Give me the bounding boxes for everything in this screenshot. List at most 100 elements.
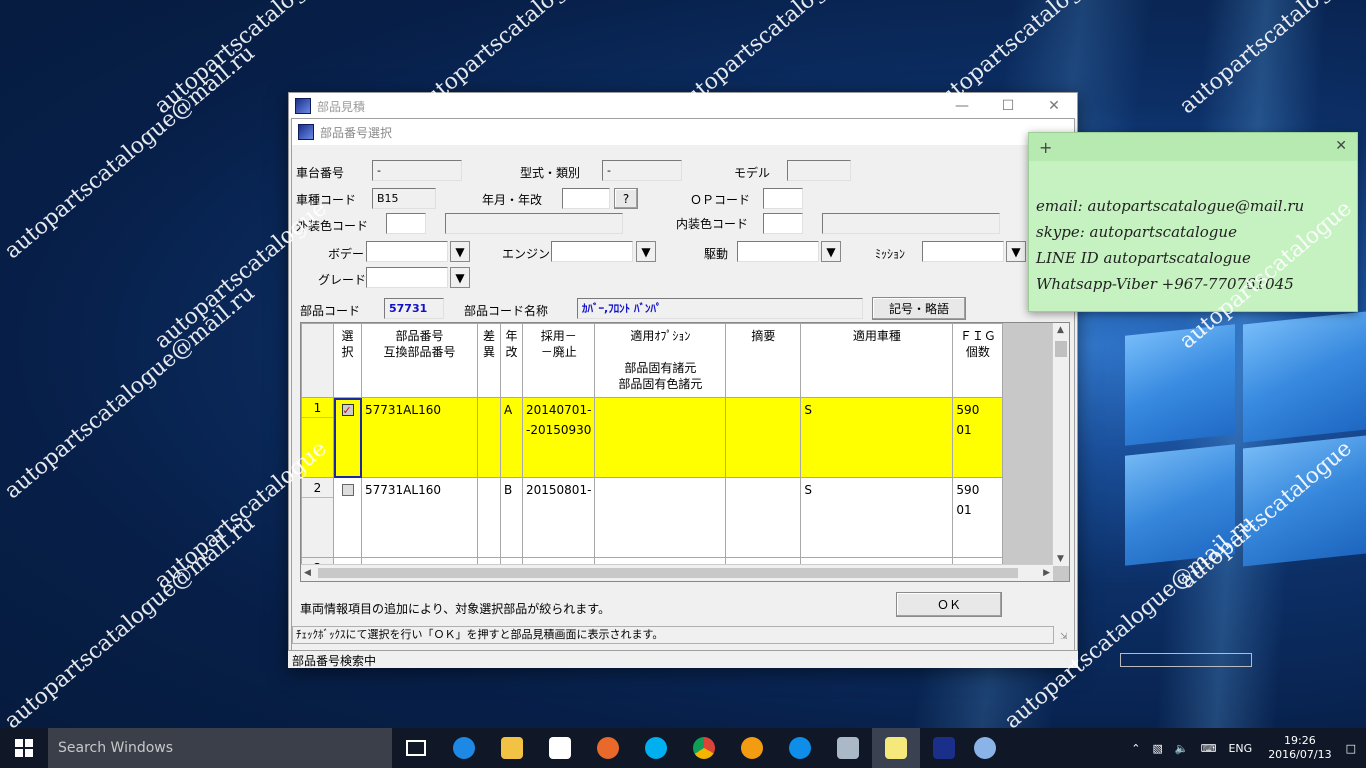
windows-logo-pane (1125, 324, 1235, 446)
header-adopt: 採用－ －廃止 (521, 323, 596, 398)
horizontal-scroll-thumb[interactable] (318, 568, 1018, 578)
watermark: autopartscatalogue@mail.ru (0, 280, 260, 505)
sticky-notes-icon[interactable] (872, 728, 920, 768)
language-indicator[interactable]: ENG (1222, 742, 1258, 755)
ok-button[interactable]: ＯＫ (896, 592, 1002, 617)
close-note-icon[interactable]: ✕ (1335, 138, 1347, 154)
cell-summary (725, 397, 802, 478)
settings-app-icon[interactable] (968, 728, 1002, 768)
skype-icon[interactable] (632, 728, 680, 768)
corner-header (301, 323, 334, 398)
add-note-icon[interactable]: + (1039, 138, 1052, 157)
task-view-icon[interactable] (392, 728, 440, 768)
windows-start-icon (15, 739, 33, 757)
header-part-no: 部品番号 互換部品番号 (361, 323, 478, 398)
notification-icon[interactable]: □ (1342, 742, 1366, 755)
chassis-no-field[interactable]: - (372, 160, 462, 181)
header-vehicle-text: 適用車種 (852, 329, 901, 343)
row-number: 2 (301, 477, 334, 558)
date-field[interactable] (562, 188, 610, 209)
cell-part-no: 57731AL160 (361, 397, 478, 478)
date-help-button[interactable]: ? (614, 188, 638, 209)
clock[interactable]: 19:26 2016/07/13 (1258, 734, 1341, 762)
header-select: 選択 (333, 323, 362, 398)
row-checkbox[interactable] (341, 484, 354, 496)
header-part-no-text: 部品番号 互換部品番号 (383, 329, 456, 359)
drive-label: 駆動 (704, 247, 729, 261)
parts-estimate-titlebar[interactable]: 部品見積 — ☐ ✕ (289, 93, 1077, 119)
int-color-code-field[interactable] (763, 213, 803, 234)
dialog-titlebar[interactable]: 部品番号選択 (292, 119, 1074, 145)
grid-horizontal-scrollbar[interactable]: ◀ ▶ (301, 564, 1053, 581)
minimize-icon[interactable]: — (939, 93, 985, 119)
vehicle-code-label: 車種コード (296, 193, 357, 207)
firefox-icon[interactable] (584, 728, 632, 768)
grade-combo[interactable] (366, 267, 448, 288)
mission-dropdown-icon[interactable]: ▼ (1006, 241, 1026, 262)
store-icon[interactable] (536, 728, 584, 768)
scroll-down-icon[interactable]: ▼ (1057, 554, 1064, 564)
vehicle-code-field[interactable]: B15 (372, 188, 436, 209)
scroll-left-icon[interactable]: ◀ (304, 568, 311, 578)
cell-adopt: 20150801- (521, 477, 596, 558)
part-code-field[interactable]: 57731 (384, 298, 444, 319)
close-icon[interactable]: ✕ (1031, 93, 1077, 119)
keyboard-icon[interactable]: ⌨ (1195, 742, 1223, 755)
vertical-scroll-thumb[interactable] (1055, 341, 1067, 357)
system-tray: ⌃ ▧ 🔈 ⌨ ENG 19:26 2016/07/13 □ (1125, 728, 1366, 768)
row-checkbox[interactable] (341, 401, 354, 421)
header-year: 年改 (500, 323, 523, 398)
sticky-note-header[interactable]: + ✕ (1029, 133, 1357, 161)
clock-time: 19:26 (1284, 734, 1316, 747)
app-icon-orange[interactable] (728, 728, 776, 768)
hint-bar: ﾁｪｯｸﾎﾞｯｸｽにて選択を行い「ＯＫ」を押すと部品見積画面に表示されます。 (292, 626, 1054, 644)
engine-dropdown-icon[interactable]: ▼ (636, 241, 656, 262)
network-icon[interactable]: ▧ (1146, 742, 1168, 755)
cell-summary (725, 477, 802, 558)
table-row[interactable]: 2 57731AL160 B 20150801- S 590 01 (301, 477, 1004, 558)
symbol-abbrev-button[interactable]: 記号・略語 (872, 297, 966, 320)
teamviewer-icon[interactable] (776, 728, 824, 768)
header-diff: 差異 (477, 323, 501, 398)
header-year-text: 年改 (505, 329, 518, 359)
chrome-icon[interactable] (680, 728, 728, 768)
model-type-field[interactable]: - (602, 160, 682, 181)
mission-combo[interactable] (922, 241, 1004, 262)
row-checkbox-cell[interactable] (333, 477, 362, 558)
drive-dropdown-icon[interactable]: ▼ (821, 241, 841, 262)
chassis-no-label: 車台番号 (296, 166, 345, 180)
model-label: モデル (734, 166, 771, 180)
parts-catalog-icon[interactable] (920, 728, 968, 768)
cell-vehicle: S (800, 397, 954, 478)
cell-vehicle: S (800, 477, 954, 558)
engine-combo[interactable] (551, 241, 633, 262)
sticky-note[interactable]: + ✕ email: autopartscatalogue@mail.ru sk… (1028, 132, 1358, 312)
ext-color-code-field[interactable] (386, 213, 426, 234)
resize-grip-icon[interactable]: ⇲ (1060, 632, 1072, 644)
grid-vertical-scrollbar[interactable]: ▲ ▼ (1052, 323, 1069, 566)
maximize-icon[interactable]: ☐ (985, 93, 1031, 119)
search-box[interactable]: Search Windows (48, 728, 392, 768)
parts-grid: 選択 部品番号 互換部品番号 差異 年改 採用－ －廃止 適用ｵﾌﾟｼｮﾝ 部品… (300, 322, 1070, 582)
scroll-right-icon[interactable]: ▶ (1043, 568, 1050, 578)
file-explorer-icon[interactable] (488, 728, 536, 768)
body-combo[interactable] (366, 241, 448, 262)
monitor-app-icon[interactable] (824, 728, 872, 768)
start-button[interactable] (0, 728, 48, 768)
op-code-label: ＯＰコード (690, 193, 751, 207)
cell-year: A (500, 397, 523, 478)
volume-icon[interactable]: 🔈 (1169, 742, 1195, 755)
windows-logo-pane (1243, 311, 1366, 443)
drive-combo[interactable] (737, 241, 819, 262)
table-row[interactable]: 1 57731AL160 A 20140701- -20150930 S 590… (301, 397, 1004, 478)
op-code-field[interactable] (763, 188, 803, 209)
info-text: 車両情報項目の追加により、対象選択部品が絞られます。 (300, 602, 611, 616)
body-dropdown-icon[interactable]: ▼ (450, 241, 470, 262)
grade-dropdown-icon[interactable]: ▼ (450, 267, 470, 288)
chevron-up-icon[interactable]: ⌃ (1125, 742, 1146, 755)
edge-browser-icon[interactable] (440, 728, 488, 768)
scroll-up-icon[interactable]: ▲ (1057, 325, 1064, 335)
model-field[interactable] (787, 160, 851, 181)
row-checkbox-cell[interactable] (333, 397, 362, 478)
cell-part-no: 57731AL160 (361, 477, 478, 558)
